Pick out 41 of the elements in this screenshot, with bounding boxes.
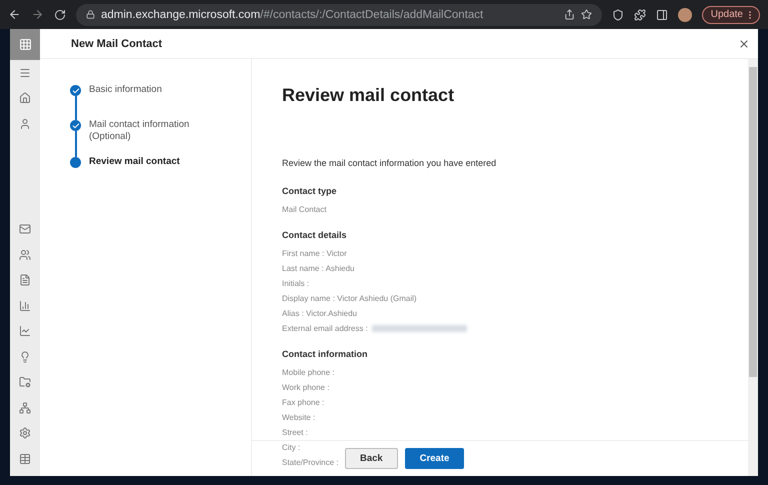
url-text: admin.exchange.microsoft.com/#/contacts/:/ContactDetails/addMailContact	[101, 8, 484, 20]
back-icon[interactable]	[8, 8, 21, 21]
detail-text: Work phone :	[282, 383, 330, 392]
lock-icon	[86, 10, 95, 19]
detail-text: Street :	[282, 428, 308, 437]
detail-text: State/Province :	[282, 458, 338, 467]
shield-icon[interactable]	[612, 8, 624, 20]
review-heading: Review mail contact	[282, 85, 456, 106]
detail-text: Alias : Victor.Ashiedu	[282, 309, 358, 318]
detail-text: Display name : Victor Ashiedu (Gmail)	[282, 294, 417, 303]
detail-text: Mobile phone :	[282, 368, 334, 377]
detail-text: Initials :	[282, 279, 310, 288]
step-label[interactable]: Mail contact information (Optional)	[89, 119, 199, 157]
section-title: Contact type	[282, 186, 338, 196]
address-bar[interactable]: admin.exchange.microsoft.com/#/contacts/:/ContactDetails/addMailContact	[76, 4, 602, 26]
panel-title: New Mail Contact	[71, 38, 162, 50]
star-icon[interactable]	[580, 9, 592, 20]
extensions-icon[interactable]	[634, 8, 646, 20]
scrollbar[interactable]	[748, 59, 758, 476]
back-button[interactable]: Back	[345, 448, 398, 469]
reload-icon[interactable]	[54, 8, 66, 20]
detail-text: External email address :	[282, 324, 368, 333]
detail-text: Fax phone :	[282, 398, 324, 407]
app-launcher-icon[interactable]	[10, 29, 40, 60]
review-intro: Review the mail contact information you have entered	[282, 158, 498, 168]
create-button[interactable]: Create	[404, 448, 464, 469]
detail-text: Mail Contact	[282, 205, 326, 214]
side-panel-icon[interactable]	[656, 8, 668, 20]
section-title: Contact information	[282, 349, 368, 359]
section-title: Contact details	[282, 230, 348, 240]
detail-text: Last name : Ashiedu	[282, 264, 354, 273]
step-label[interactable]: Basic information	[89, 84, 199, 120]
close-icon[interactable]	[738, 38, 750, 50]
forward-icon[interactable]	[31, 8, 44, 21]
avatar[interactable]	[678, 8, 692, 22]
detail-text: City :	[282, 443, 300, 452]
step-label[interactable]: Review mail contact	[89, 156, 199, 182]
update-button[interactable]: Update	[702, 6, 760, 24]
share-icon[interactable]	[564, 9, 575, 20]
detail-text: Website :	[282, 413, 316, 422]
detail-text: First name : Victor	[282, 249, 347, 258]
